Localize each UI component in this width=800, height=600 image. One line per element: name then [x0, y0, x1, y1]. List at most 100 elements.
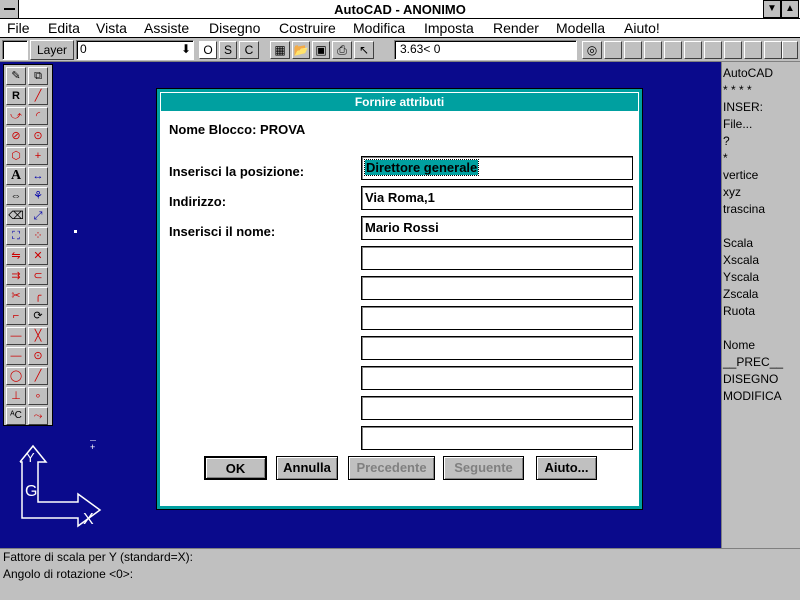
trim-icon[interactable]: ✂ [6, 287, 26, 305]
extend-icon[interactable]: — [6, 327, 26, 345]
break-icon[interactable]: — [6, 347, 26, 365]
scale-icon[interactable]: ⤢ [28, 207, 48, 225]
menu-assiste[interactable]: Assiste [144, 20, 189, 36]
aerial-view-icon[interactable]: ◎ [582, 41, 602, 59]
address-input[interactable]: Via Roma,1 [361, 186, 633, 210]
name-input[interactable]: Mario Rossi [361, 216, 633, 240]
screen-menu-item[interactable]: ? [722, 134, 800, 151]
screen-menu-item[interactable]: * [722, 151, 800, 168]
chamfer-icon[interactable]: ⌐ [6, 307, 26, 325]
line-icon[interactable]: ╱ [28, 87, 48, 105]
attribute-input-10[interactable] [361, 426, 633, 450]
toolbar-slot-9[interactable] [764, 41, 782, 59]
menu-costruire[interactable]: Costruire [279, 20, 336, 36]
layer-button[interactable]: Layer [30, 40, 74, 60]
screen-menu-item[interactable]: Scala [722, 236, 800, 253]
save-icon[interactable]: ▣ [312, 41, 330, 59]
menu-imposta[interactable]: Imposta [424, 20, 474, 36]
fillet-icon[interactable]: ╭ [28, 287, 48, 305]
toolbar-slot-3[interactable] [644, 41, 662, 59]
screen-menu-item[interactable]: MODIFICA [722, 389, 800, 406]
array-icon[interactable]: ⁘ [28, 227, 48, 245]
ok-button[interactable]: OK [204, 456, 267, 480]
position-input[interactable]: Direttore generale [361, 156, 633, 180]
polyline-icon[interactable]: ⤻ [6, 107, 26, 125]
print-icon[interactable]: ⎙ [332, 41, 352, 59]
polygon-icon[interactable]: ⬡ [6, 147, 26, 165]
toolbar-slot-2[interactable] [624, 41, 642, 59]
attribute-input-4[interactable] [361, 246, 633, 270]
menu-edita[interactable]: Edita [48, 20, 80, 36]
block-icon[interactable]: ⚘ [28, 187, 48, 205]
offset-icon[interactable]: ⊂ [28, 267, 48, 285]
copy-icon[interactable]: ⇉ [6, 267, 26, 285]
screen-menu-item[interactable]: vertice [722, 168, 800, 185]
cancel-button[interactable]: Annulla [276, 456, 338, 480]
ellipse-icon[interactable]: ⊙ [28, 127, 48, 145]
attribute-input-5[interactable] [361, 276, 633, 300]
attribute-input-6[interactable] [361, 306, 633, 330]
screen-menu-item[interactable]: AutoCAD [722, 66, 800, 83]
redraw-icon[interactable]: R [6, 87, 26, 105]
color-swatch[interactable] [2, 40, 28, 60]
point-icon[interactable]: + [28, 147, 48, 165]
dropdown-arrow-icon[interactable]: ⬇ [181, 41, 191, 58]
erase-icon[interactable]: ⌫ [6, 207, 26, 225]
menu-file[interactable]: File [7, 20, 30, 36]
arc-icon[interactable]: ◜ [28, 107, 48, 125]
screen-menu-item[interactable]: __PREC__ [722, 355, 800, 372]
rotate-icon[interactable]: ⟳ [28, 307, 48, 325]
maximize-icon[interactable]: ▲ [781, 0, 799, 18]
dimension-icon[interactable]: ↔ [28, 167, 48, 185]
move-icon[interactable]: ⛶ [6, 227, 26, 245]
screen-menu-item[interactable]: * * * * [722, 83, 800, 100]
menu-aiuto[interactable]: Aiuto! [624, 20, 660, 36]
minimize-icon[interactable]: ▼ [763, 0, 781, 18]
text-icon[interactable]: A [6, 167, 26, 185]
stretch-icon[interactable]: ⇔ [6, 187, 26, 205]
donut-icon[interactable]: ◯ [6, 367, 26, 385]
screen-menu-item[interactable]: Nome [722, 338, 800, 355]
help-button[interactable]: Aiuto... [536, 456, 597, 480]
next-button[interactable]: Seguente [443, 456, 524, 480]
menu-render[interactable]: Render [493, 20, 539, 36]
explode-icon[interactable]: ✕ [28, 247, 48, 265]
pointer-icon[interactable]: ↖ [354, 41, 374, 59]
toolbar-slot-10[interactable] [782, 41, 798, 59]
toolbar-slot-6[interactable] [704, 41, 722, 59]
toolbar-slot-8[interactable] [744, 41, 762, 59]
toolbar-slot-1[interactable] [604, 41, 622, 59]
cross-icon[interactable]: ╳ [28, 327, 48, 345]
toolbar-slot-5[interactable] [684, 41, 702, 59]
screen-menu-item[interactable]: trascina [722, 202, 800, 219]
screen-menu-item[interactable]: DISEGNO [722, 372, 800, 389]
snap-toggle[interactable]: S [219, 41, 237, 59]
toolbar-slot-4[interactable] [664, 41, 682, 59]
perpendicular-icon[interactable]: ⊥ [6, 387, 26, 405]
command-line[interactable]: Fattore di scala per Y (standard=X): Ang… [0, 548, 800, 600]
layer-dropdown[interactable]: 0 ⬇ [76, 40, 194, 60]
ac-text-icon[interactable]: ᴬC [6, 407, 26, 425]
circle-icon[interactable]: ⊘ [6, 127, 26, 145]
node-icon[interactable]: ∘ [28, 387, 48, 405]
screen-menu-item[interactable]: File... [722, 117, 800, 134]
pencil-icon[interactable]: ✎ [6, 67, 26, 85]
tangent-icon[interactable]: ╱ [28, 367, 48, 385]
ortho-toggle[interactable]: O [199, 41, 217, 59]
menu-modifica[interactable]: Modifica [353, 20, 405, 36]
open-icon[interactable]: 📂 [292, 41, 310, 59]
screen-menu-item[interactable]: Zscala [722, 287, 800, 304]
snap-icon[interactable]: ⤳ [28, 407, 48, 425]
properties-icon[interactable]: ⧉ [28, 67, 48, 85]
toolbar-slot-7[interactable] [724, 41, 742, 59]
menu-modella[interactable]: Modella [556, 20, 605, 36]
menu-vista[interactable]: Vista [96, 20, 127, 36]
attribute-input-8[interactable] [361, 366, 633, 390]
previous-button[interactable]: Precedente [348, 456, 435, 480]
grid-icon[interactable]: ▦ [270, 41, 290, 59]
mirror-icon[interactable]: ⇋ [6, 247, 26, 265]
screen-menu-item[interactable]: Yscala [722, 270, 800, 287]
screen-menu-item[interactable]: INSER: [722, 100, 800, 117]
attribute-input-9[interactable] [361, 396, 633, 420]
screen-menu-item[interactable]: Ruota [722, 304, 800, 321]
